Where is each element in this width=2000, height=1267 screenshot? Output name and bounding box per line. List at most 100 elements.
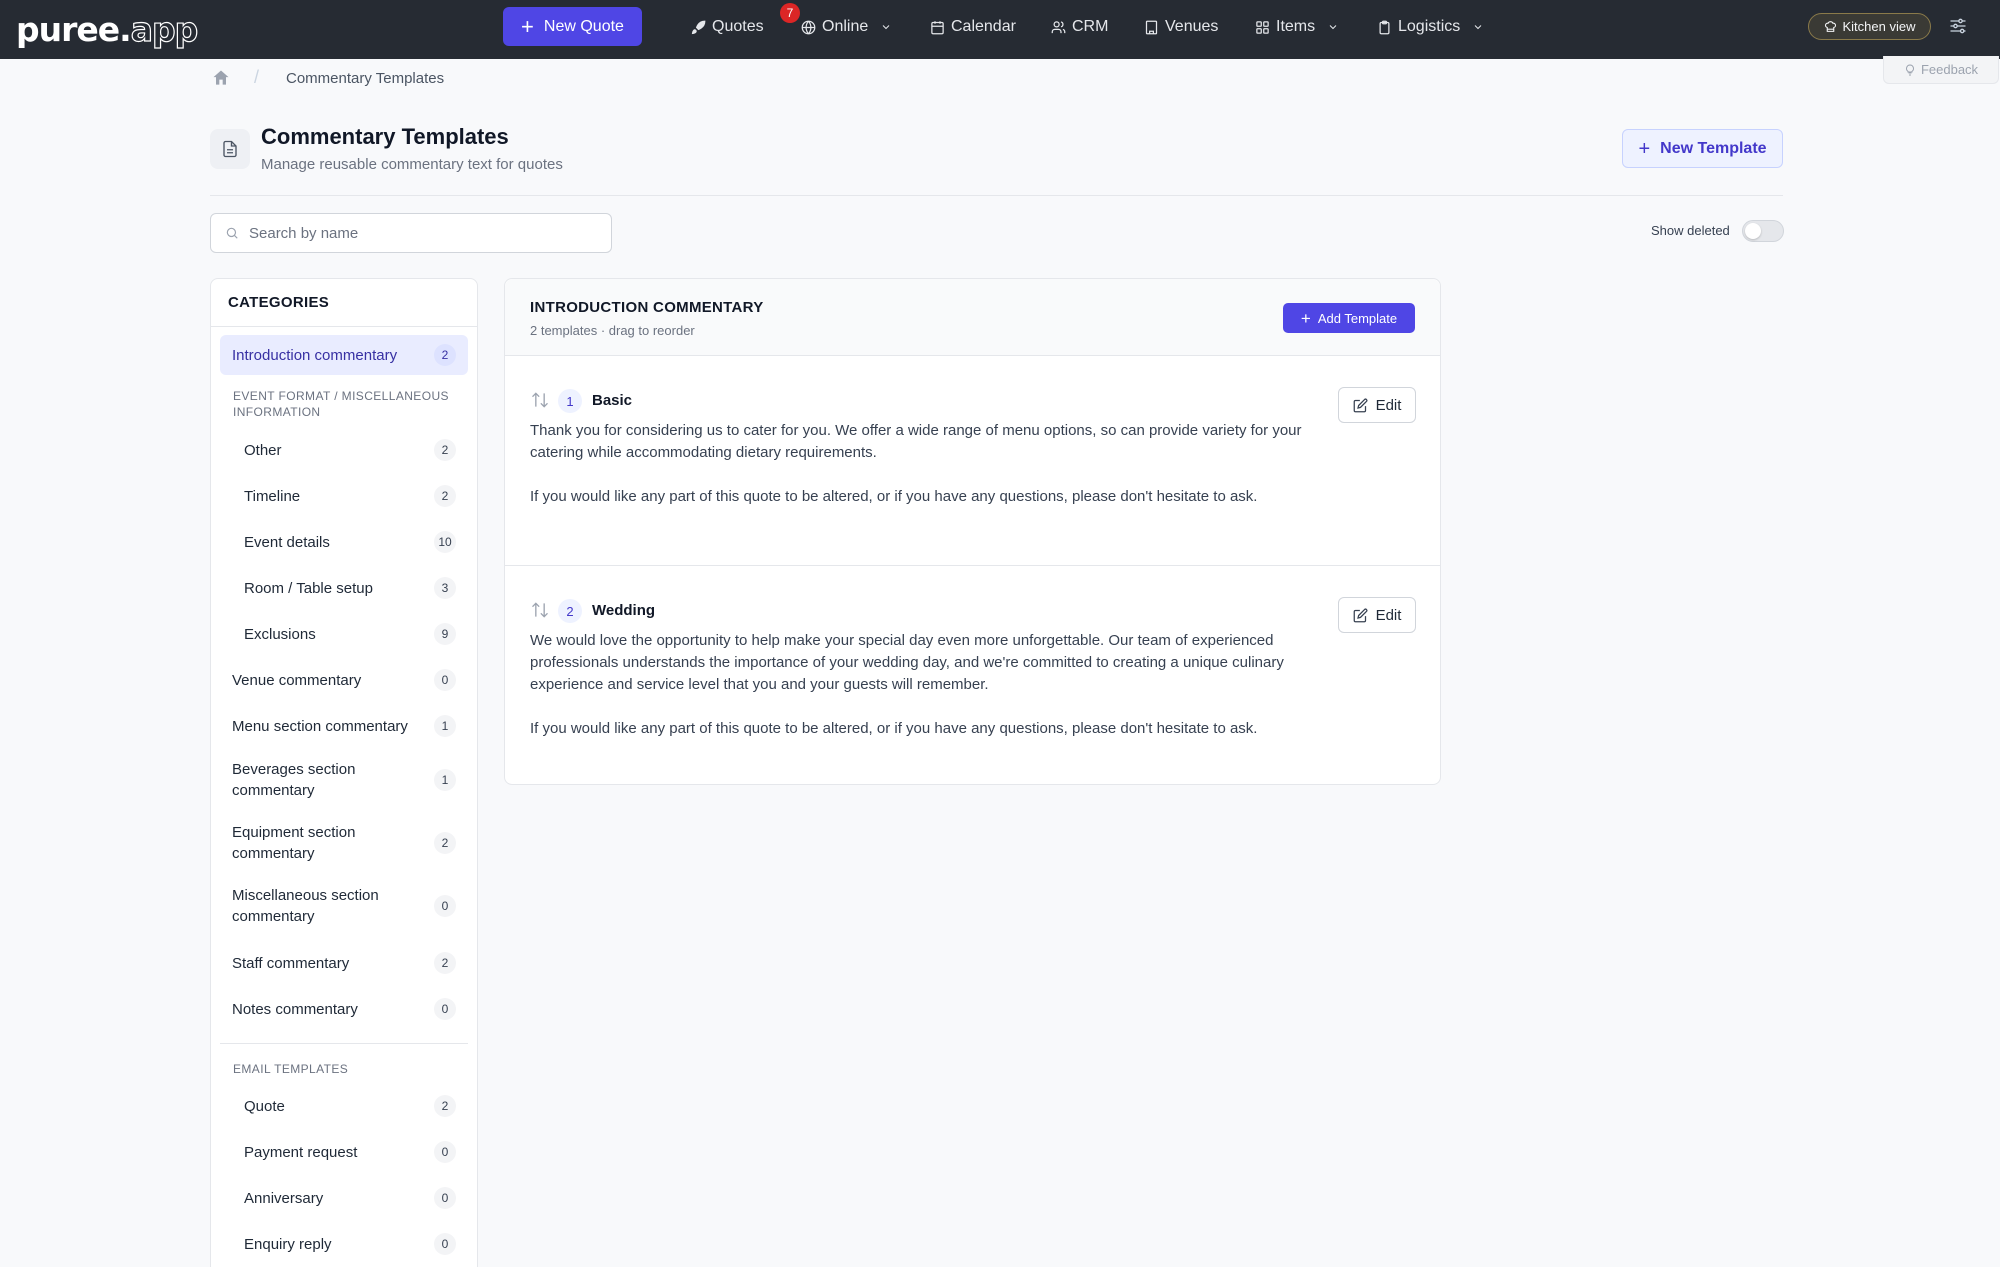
- panel-subtitle: 2 templates · drag to reorder: [530, 323, 695, 338]
- category-label: Menu section commentary: [232, 717, 408, 735]
- category-label: Exclusions: [244, 625, 316, 643]
- category-count: 9: [434, 623, 456, 645]
- new-quote-button[interactable]: + New Quote: [503, 7, 642, 46]
- nav-online[interactable]: Online: [801, 16, 892, 38]
- new-template-button[interactable]: + New Template: [1622, 129, 1783, 168]
- category-label: Payment request: [244, 1143, 358, 1161]
- nav-items-label: Items: [1276, 18, 1316, 35]
- edit-button[interactable]: Edit: [1338, 387, 1416, 423]
- category-label: Introduction commentary: [232, 346, 398, 364]
- category-label: Room / Table setup: [244, 579, 373, 597]
- template-body: Thank you for considering us to cater fo…: [530, 420, 1320, 508]
- nav-venues[interactable]: Venues: [1144, 16, 1218, 38]
- clipboard-icon: [1379, 20, 1390, 34]
- kitchen-view-label: Kitchen view: [1842, 19, 1916, 34]
- kitchen-view-button[interactable]: Kitchen view: [1808, 13, 1931, 40]
- category-venue-commentary[interactable]: Venue commentary 0: [220, 660, 468, 700]
- category-count: 0: [434, 1187, 456, 1209]
- breadcrumb-current: Commentary Templates: [286, 70, 445, 87]
- drag-handle-icon[interactable]: [530, 390, 550, 410]
- nav-calendar-label: Calendar: [951, 18, 1016, 35]
- panel-title: INTRODUCTION COMMENTARY: [530, 299, 764, 316]
- category-staff-commentary[interactable]: Staff commentary 2: [220, 943, 468, 983]
- category-count: 0: [434, 1141, 456, 1163]
- nav-online-label: Online: [822, 18, 869, 35]
- nav-crm[interactable]: CRM: [1051, 16, 1108, 38]
- template-name: Wedding: [592, 602, 656, 619]
- category-label: Timeline: [244, 487, 301, 505]
- category-count: 0: [434, 669, 456, 691]
- show-deleted-toggle[interactable]: [1742, 220, 1784, 242]
- category-email-payment-request[interactable]: Payment request 0: [220, 1132, 468, 1172]
- category-label: Staff commentary: [232, 954, 350, 972]
- category-label: Anniversary: [244, 1189, 324, 1207]
- category-count: 3: [434, 577, 456, 599]
- search-input[interactable]: [249, 224, 589, 242]
- users-icon: [1051, 20, 1066, 33]
- category-email-anniversary[interactable]: Anniversary 0: [220, 1178, 468, 1218]
- categories-sidebar: CATEGORIES Introduction commentary 2 EVE…: [210, 278, 478, 1267]
- page-subtitle: Manage reusable commentary text for quot…: [261, 156, 563, 173]
- nav-logistics[interactable]: Logistics: [1377, 16, 1484, 38]
- category-label: Quote: [244, 1097, 285, 1115]
- nav-crm-label: CRM: [1072, 18, 1109, 35]
- category-room-table-setup[interactable]: Room / Table setup 3: [220, 568, 468, 608]
- template-card: 1 Basic Edit Thank you for considering u…: [505, 356, 1440, 566]
- category-label: Equipment section commentary: [232, 824, 356, 862]
- nav-calendar[interactable]: Calendar: [930, 16, 1016, 38]
- category-label: Other: [244, 441, 282, 459]
- category-count: 2: [434, 439, 456, 461]
- drag-handle-icon[interactable]: [530, 600, 550, 620]
- add-template-button[interactable]: + Add Template: [1283, 303, 1415, 333]
- template-paragraph: If you would like any part of this quote…: [530, 488, 1258, 505]
- nav-quotes[interactable]: Quotes: [691, 16, 764, 38]
- nav-items[interactable]: Items: [1255, 16, 1339, 38]
- edit-icon: [1353, 398, 1367, 412]
- feedback-label: Feedback: [1920, 62, 1979, 77]
- sliders-icon[interactable]: [1948, 16, 1968, 36]
- category-label: Notes commentary: [232, 1000, 358, 1018]
- categories-title: CATEGORIES: [228, 294, 330, 311]
- plus-icon: +: [1638, 137, 1651, 160]
- category-equipment-section-commentary[interactable]: Equipment section commentary 2: [220, 815, 468, 871]
- template-number: 2: [558, 599, 582, 623]
- category-menu-section-commentary[interactable]: Menu section commentary 1: [220, 706, 468, 746]
- category-notes-commentary[interactable]: Notes commentary 0: [220, 989, 468, 1029]
- rocket-icon: [691, 20, 706, 34]
- category-miscellaneous-section-commentary[interactable]: Miscellaneous section commentary 0: [220, 878, 468, 934]
- template-paragraph: Thank you for considering us to cater fo…: [530, 422, 1302, 461]
- category-timeline[interactable]: Timeline 2: [220, 476, 468, 516]
- edit-button[interactable]: Edit: [1338, 597, 1416, 633]
- top-navbar: puree.app + New Quote Quotes 7 Online Ca…: [0, 0, 2000, 59]
- templates-panel: INTRODUCTION COMMENTARY 2 templates · dr…: [504, 278, 1441, 785]
- show-deleted-label: Show deleted: [1651, 223, 1730, 238]
- new-quote-label: New Quote: [543, 17, 624, 35]
- plus-icon: +: [1300, 308, 1311, 328]
- category-count: 1: [434, 715, 456, 737]
- category-email-quote[interactable]: Quote 2: [220, 1086, 468, 1126]
- logo[interactable]: puree.app: [16, 9, 199, 49]
- category-exclusions[interactable]: Exclusions 9: [220, 614, 468, 654]
- feedback-button[interactable]: Feedback: [1883, 56, 1999, 84]
- category-introduction-commentary[interactable]: Introduction commentary 2: [220, 335, 468, 375]
- edit-label: Edit: [1375, 396, 1402, 414]
- category-count: 2: [434, 1095, 456, 1117]
- home-icon[interactable]: [211, 68, 231, 88]
- grid-icon: [1256, 20, 1269, 34]
- category-beverages-section-commentary[interactable]: Beverages section commentary 1: [220, 752, 468, 808]
- lightbulb-icon: [1906, 63, 1914, 75]
- category-other[interactable]: Other 2: [220, 430, 468, 470]
- chevron-down-icon: [882, 25, 890, 30]
- group-label-email-templates: EMAIL TEMPLATES: [233, 1062, 349, 1076]
- sidebar-divider: [211, 326, 477, 327]
- add-template-label: Add Template: [1317, 310, 1398, 326]
- new-template-label: New Template: [1660, 139, 1767, 157]
- category-count: 2: [434, 832, 456, 854]
- nav-logistics-label: Logistics: [1398, 18, 1461, 35]
- category-email-enquiry-reply[interactable]: Enquiry reply 0: [220, 1224, 468, 1264]
- nav-venues-label: Venues: [1165, 18, 1219, 35]
- category-event-details[interactable]: Event details 10: [220, 522, 468, 562]
- nav-quotes-label: Quotes: [712, 18, 764, 35]
- category-label: Enquiry reply: [244, 1235, 332, 1253]
- category-count: 10: [434, 531, 456, 553]
